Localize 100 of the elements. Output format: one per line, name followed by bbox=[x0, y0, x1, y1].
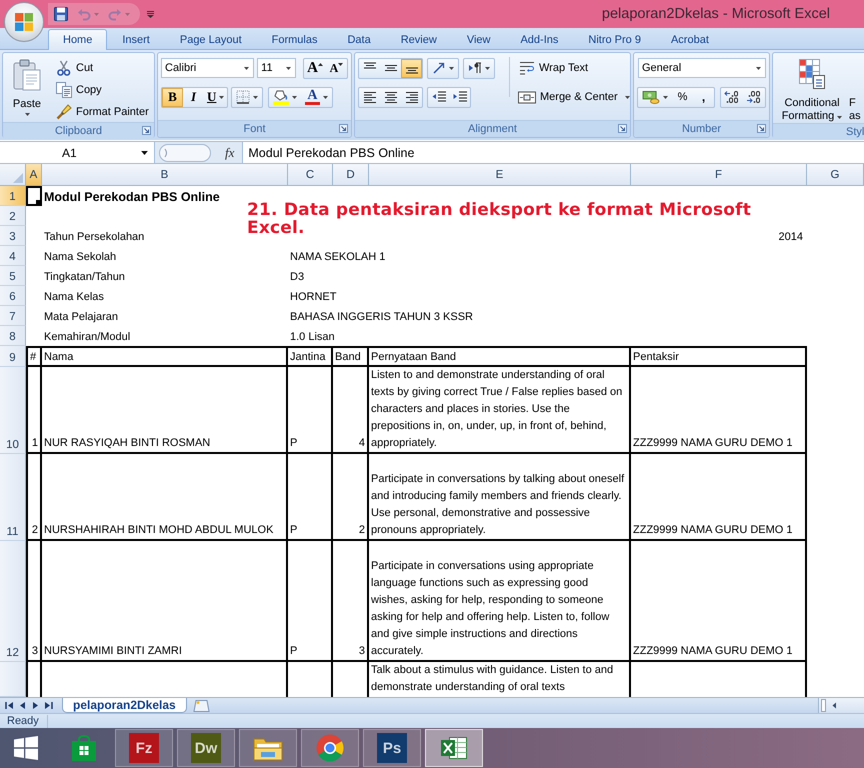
row-header[interactable]: 1 bbox=[0, 186, 26, 206]
row-header[interactable]: 5 bbox=[0, 266, 26, 286]
number-format-field[interactable]: General bbox=[638, 58, 766, 78]
shopping-bag-icon bbox=[70, 735, 96, 761]
insert-function-button[interactable]: fx bbox=[225, 144, 234, 160]
formula-field[interactable]: Modul Perekodan PBS Online bbox=[242, 142, 864, 163]
dialog-launcher-icon[interactable] bbox=[142, 126, 151, 135]
taskbar-button[interactable] bbox=[239, 729, 297, 767]
bold-button[interactable]: B bbox=[162, 88, 183, 106]
ribbon-tab[interactable]: Review bbox=[386, 29, 452, 49]
font-size-field[interactable]: 11 bbox=[257, 58, 296, 78]
align-left-icon bbox=[364, 91, 376, 103]
group-label: Font bbox=[243, 123, 266, 135]
shrink-font-button[interactable]: A bbox=[326, 58, 347, 78]
copy-button[interactable]: Copy bbox=[54, 79, 151, 100]
taskbar-button[interactable]: Fz bbox=[115, 729, 173, 767]
decrease-decimal-icon bbox=[746, 89, 762, 105]
column-header[interactable]: G bbox=[807, 164, 864, 186]
app-logo: Ps bbox=[377, 733, 407, 763]
taskbar-button[interactable] bbox=[425, 729, 483, 767]
row-header[interactable]: 11 bbox=[0, 454, 26, 541]
colored-grid-icon bbox=[799, 59, 825, 89]
horizontal-scrollbar[interactable] bbox=[818, 698, 864, 713]
app-logo: Fz bbox=[129, 733, 159, 763]
app-menu-button[interactable] bbox=[4, 2, 44, 42]
scroll-left-icon[interactable] bbox=[830, 701, 839, 710]
taskbar-button[interactable] bbox=[301, 729, 359, 767]
save-button[interactable] bbox=[54, 6, 68, 22]
grow-font-button[interactable]: A bbox=[304, 58, 326, 78]
table-header-cell: Jantina bbox=[288, 346, 333, 367]
row-header[interactable]: 9 bbox=[0, 346, 26, 367]
table-cell: P bbox=[288, 367, 333, 454]
row-header[interactable]: 7 bbox=[0, 306, 26, 326]
skip-left-icon[interactable] bbox=[5, 701, 14, 710]
skip-right-icon[interactable] bbox=[44, 701, 53, 710]
ribbon-tab[interactable]: Data bbox=[332, 29, 386, 49]
dialog-launcher-icon[interactable] bbox=[618, 124, 627, 133]
dialog-launcher-icon[interactable] bbox=[339, 124, 348, 133]
four-panes-icon bbox=[14, 736, 38, 760]
split-handle[interactable] bbox=[821, 699, 826, 712]
row-header[interactable]: 3 bbox=[0, 226, 26, 246]
column-header[interactable]: E bbox=[369, 164, 631, 186]
row-header[interactable]: 8 bbox=[0, 326, 26, 346]
customize-menu-icon[interactable] bbox=[147, 10, 154, 18]
merge-center-button[interactable]: Merge & Center bbox=[516, 87, 632, 107]
comma-style-button[interactable]: , bbox=[693, 88, 714, 106]
ribbon-tab[interactable]: Add-Ins bbox=[505, 29, 574, 49]
group-label: Clipboard bbox=[54, 125, 102, 137]
triangle-left-icon[interactable] bbox=[18, 701, 27, 710]
format-as-table-button[interactable]: F as bbox=[849, 97, 864, 123]
table-cell: 2 bbox=[26, 454, 42, 541]
caret-icon bbox=[24, 113, 30, 116]
caret-icon bbox=[253, 96, 258, 98]
triangle-right-icon[interactable] bbox=[31, 701, 40, 710]
ribbon-tab[interactable]: Acrobat bbox=[656, 29, 724, 49]
column-header[interactable]: F bbox=[631, 164, 807, 186]
row-header[interactable]: 12 bbox=[0, 541, 26, 662]
column-header[interactable]: B bbox=[42, 164, 288, 186]
field-label: Tingkatan/Tahun bbox=[43, 270, 126, 285]
ribbon-tab[interactable]: Nitro Pro 9 bbox=[573, 29, 656, 49]
font-name-field[interactable]: Calibri bbox=[161, 58, 254, 78]
table-cell: Participate in conversations using appropriate language functions such as expressing good wishes, asking for help, responding to someone asking for help and offering help. Listen to, follow and give simple instructions and directions accurately. bbox=[369, 541, 631, 662]
row-header[interactable]: 10 bbox=[0, 367, 26, 454]
ribbon-tab[interactable]: Home bbox=[48, 29, 108, 50]
increase-indent-icon bbox=[452, 90, 466, 104]
expand-handle-icon[interactable] bbox=[159, 144, 211, 162]
conditional-formatting-button[interactable]: Conditional Formatting bbox=[777, 57, 847, 123]
field-value: NAMA SEKOLAH 1 bbox=[289, 250, 386, 265]
sheet-tab[interactable]: pelaporan2Dkelas bbox=[62, 698, 187, 713]
group-label: Styl bbox=[846, 126, 864, 138]
diagonal-arrow-icon bbox=[432, 61, 446, 75]
ribbon-tab[interactable]: Page Layout bbox=[164, 29, 257, 49]
italic-button[interactable]: I bbox=[183, 88, 204, 106]
table-cell: 3 bbox=[26, 541, 42, 662]
bottom-align-button[interactable] bbox=[401, 58, 422, 78]
ribbon-tab[interactable]: View bbox=[452, 29, 506, 49]
row-header[interactable]: 4 bbox=[0, 246, 26, 266]
dialog-launcher-icon[interactable] bbox=[757, 124, 766, 133]
percent-style-button[interactable]: % bbox=[672, 88, 693, 106]
paste-button[interactable]: Paste bbox=[7, 57, 47, 121]
copy-icon bbox=[56, 82, 72, 98]
format-painter-button[interactable]: Format Painter bbox=[54, 101, 151, 122]
ribbon-tab[interactable]: Insert bbox=[107, 29, 165, 49]
row-header[interactable]: 2 bbox=[0, 206, 26, 226]
taskbar-button[interactable]: Dw bbox=[177, 729, 235, 767]
caret-icon bbox=[286, 66, 292, 70]
underline-button[interactable]: U bbox=[204, 88, 228, 106]
table-cell: Participate in conversations by talking about oneself and introducing family members and friends clearly. Use personal, demonstrative and possessive pronouns appropriately. bbox=[369, 454, 631, 541]
new-sheet-icon[interactable] bbox=[192, 698, 211, 712]
column-header[interactable]: D bbox=[333, 164, 369, 186]
taskbar-button[interactable]: Ps bbox=[363, 729, 421, 767]
cut-button[interactable]: Cut bbox=[54, 57, 151, 78]
name-box[interactable]: A1 bbox=[0, 142, 155, 163]
wrap-text-button[interactable]: Wrap Text bbox=[517, 58, 590, 78]
column-header[interactable]: C bbox=[288, 164, 333, 186]
row-header[interactable]: 6 bbox=[0, 286, 26, 306]
font-color-button[interactable]: A bbox=[301, 88, 332, 106]
table-cell: NURSYAMIMI BINTI ZAMRI bbox=[42, 541, 288, 662]
column-header[interactable]: A bbox=[26, 164, 42, 186]
ribbon-tab[interactable]: Formulas bbox=[256, 29, 332, 49]
